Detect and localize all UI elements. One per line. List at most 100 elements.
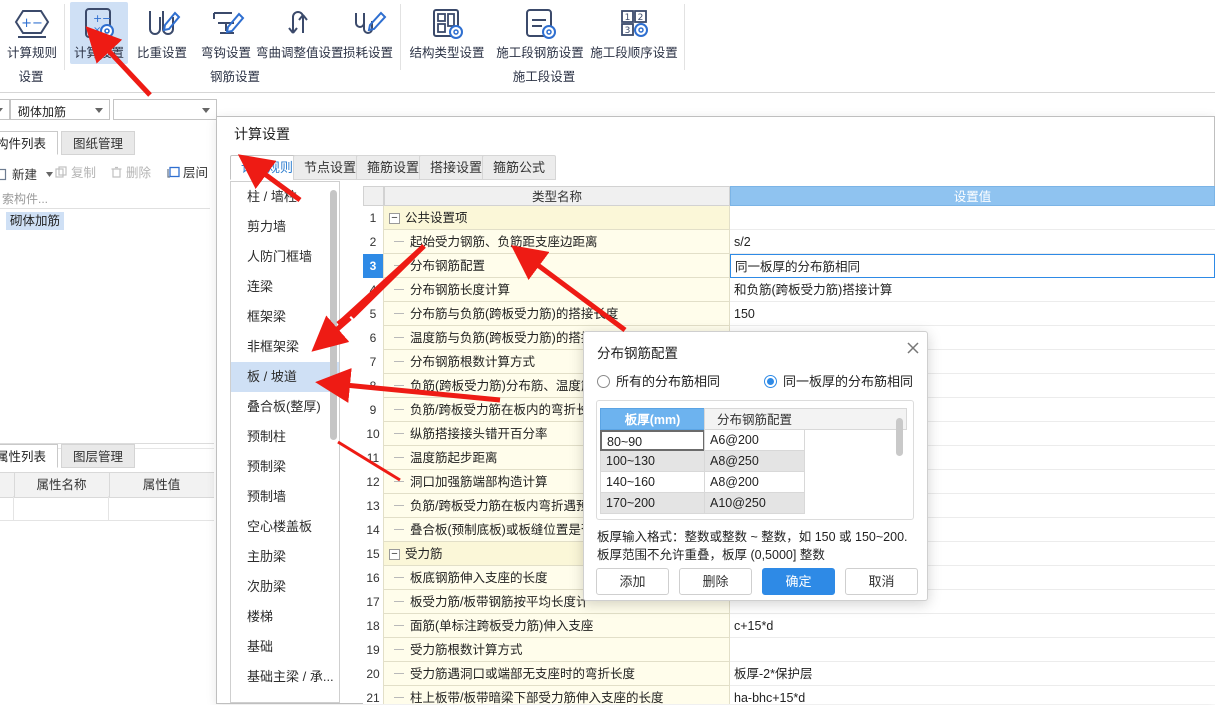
config-cell[interactable]: A6@200	[704, 430, 805, 451]
add-button[interactable]: 添加	[596, 568, 669, 595]
property-cell-name[interactable]	[14, 496, 109, 520]
thickness-table-row[interactable]: 100~130 A8@250	[600, 451, 907, 472]
property-table-row[interactable]	[0, 496, 214, 521]
grid-cell-setting-value[interactable]	[730, 206, 1215, 230]
tab-component-list[interactable]: 构件列表	[0, 131, 59, 155]
ribbon-item-section-rebar-setting[interactable]: 施工段钢筋设置	[490, 2, 590, 61]
tree-scrollbar-thumb[interactable]	[330, 190, 337, 440]
thickness-cell[interactable]: 140~160	[600, 472, 705, 493]
grid-cell-type-name[interactable]: 分布筋与负筋(跨板受力筋)的搭接长度	[384, 302, 730, 326]
grid-row-index[interactable]: 10	[363, 422, 384, 446]
tree-item-civil-defense-door-wall[interactable]: 人防门框墙	[231, 242, 339, 272]
grid-row-index[interactable]: 3	[363, 254, 384, 278]
grid-row[interactable]: 2 起始受力钢筋、负筋距支座边距离 s/2	[363, 230, 1215, 254]
delete-button[interactable]: 删除	[679, 568, 752, 595]
thickness-cell[interactable]: 170~200	[600, 493, 705, 514]
collapse-toggle-icon[interactable]: −	[389, 213, 400, 224]
config-cell[interactable]: A8@250	[704, 451, 805, 472]
grid-row-index[interactable]: 19	[363, 638, 384, 662]
grid-cell-type-name[interactable]: − 公共设置项	[384, 206, 730, 230]
grid-row-index[interactable]: 17	[363, 590, 384, 614]
grid-cell-type-name[interactable]: 起始受力钢筋、负筋距支座边距离	[384, 230, 730, 254]
grid-row[interactable]: 21 柱上板带/板带暗梁下部受力筋伸入支座的长度 ha-bhc+15*d	[363, 686, 1215, 704]
grid-cell-type-name[interactable]: 受力筋遇洞口或端部无支座时的弯折长度	[384, 662, 730, 686]
grid-cell-setting-value[interactable]: 同一板厚的分布筋相同	[730, 254, 1215, 278]
layer-copy-button[interactable]: 层间	[166, 160, 208, 186]
component-tree-node[interactable]: 砌体加筋	[6, 212, 65, 230]
grid-cell-setting-value[interactable]: s/2	[730, 230, 1215, 254]
grid-row[interactable]: 3 分布钢筋配置 同一板厚的分布筋相同	[363, 254, 1215, 278]
grid-cell-type-name[interactable]: 分布钢筋配置	[384, 254, 730, 278]
grid-row-index[interactable]: 18	[363, 614, 384, 638]
delete-component-button[interactable]: 删除	[110, 160, 151, 186]
grid-row-index[interactable]: 21	[363, 686, 384, 704]
ribbon-item-section-order-setting[interactable]: 123 施工段顺序设置	[584, 2, 684, 61]
secondary-filter-combo[interactable]	[113, 99, 217, 120]
thickness-table-row[interactable]: 80~90 A6@200	[600, 430, 907, 451]
ribbon-item-loss-setting[interactable]: 损耗设置	[338, 2, 398, 61]
grid-cell-setting-value[interactable]: 150	[730, 302, 1215, 326]
grid-row[interactable]: 18 面筋(单标注跨板受力筋)伸入支座 c+15*d	[363, 614, 1215, 638]
property-cell-value[interactable]	[109, 496, 214, 520]
thickness-cell[interactable]: 80~90	[600, 430, 705, 451]
tab-property-list[interactable]: 属性列表	[0, 444, 59, 468]
grid-cell-setting-value[interactable]	[730, 638, 1215, 662]
tree-item-foundation-main-beam[interactable]: 基础主梁 / 承...	[231, 662, 339, 692]
tree-item-slab-ramp[interactable]: 板 / 坡道	[231, 362, 339, 392]
close-icon[interactable]	[903, 338, 923, 358]
copy-component-button[interactable]: 复制	[55, 160, 96, 186]
radio-all-same[interactable]: 所有的分布筋相同	[597, 371, 720, 390]
tree-item-composite-slab[interactable]: 叠合板(整厚)	[231, 392, 339, 422]
tree-item-shear-wall[interactable]: 剪力墙	[231, 212, 339, 242]
tab-layer-manage[interactable]: 图层管理	[61, 444, 136, 468]
confirm-button[interactable]: 确定	[762, 568, 835, 595]
grid-row-index[interactable]: 8	[363, 374, 384, 398]
grid-row-index[interactable]: 1	[363, 206, 384, 230]
grid-cell-type-name[interactable]: 面筋(单标注跨板受力筋)伸入支座	[384, 614, 730, 638]
grid-row-index[interactable]: 14	[363, 518, 384, 542]
grid-row[interactable]: 19 受力筋根数计算方式	[363, 638, 1215, 662]
grid-cell-type-name[interactable]: 柱上板带/板带暗梁下部受力筋伸入支座的长度	[384, 686, 730, 704]
tree-item-column-wall-column[interactable]: 柱 / 墙柱	[231, 182, 339, 212]
grid-row-index[interactable]: 15	[363, 542, 384, 566]
tree-item-frame-beam[interactable]: 框架梁	[231, 302, 339, 332]
ribbon-item-structure-type-setting[interactable]: 结构类型设置	[404, 2, 490, 61]
config-cell[interactable]: A8@200	[704, 472, 805, 493]
grid-row[interactable]: 1− 公共设置项	[363, 206, 1215, 230]
grid-row[interactable]: 5 分布筋与负筋(跨板受力筋)的搭接长度 150	[363, 302, 1215, 326]
component-search-input[interactable]: 索构件...	[0, 186, 210, 209]
config-cell[interactable]: A10@250	[704, 493, 805, 514]
cancel-button[interactable]: 取消	[845, 568, 918, 595]
ribbon-item-weight-setting[interactable]: 比重设置	[132, 2, 192, 61]
ribbon-item-calc-rule[interactable]: +− 计算规则	[2, 2, 62, 61]
tab-drawing-manage[interactable]: 图纸管理	[61, 131, 136, 155]
grid-cell-type-name[interactable]: 分布钢筋长度计算	[384, 278, 730, 302]
grid-row-index[interactable]: 16	[363, 566, 384, 590]
component-type-combo[interactable]: 砌体加筋	[10, 99, 110, 120]
ribbon-item-calc-setting[interactable]: + − × 计算设置	[70, 2, 128, 64]
grid-row-index[interactable]: 12	[363, 470, 384, 494]
grid-cell-setting-value[interactable]: ha-bhc+15*d	[730, 686, 1215, 704]
tree-item-precast-wall[interactable]: 预制墙	[231, 482, 339, 512]
tree-item-hollow-floor-slab[interactable]: 空心楼盖板	[231, 512, 339, 542]
grid-cell-type-name[interactable]: 受力筋根数计算方式	[384, 638, 730, 662]
grid-row-index[interactable]: 7	[363, 350, 384, 374]
tree-item-stair[interactable]: 楼梯	[231, 602, 339, 632]
grid-row-index[interactable]: 6	[363, 326, 384, 350]
collapse-toggle-icon[interactable]: −	[389, 549, 400, 560]
tree-item-precast-column[interactable]: 预制柱	[231, 422, 339, 452]
tree-item-non-frame-beam[interactable]: 非框架梁	[231, 332, 339, 362]
grid-cell-setting-value[interactable]: 和负筋(跨板受力筋)搭接计算	[730, 278, 1215, 302]
grid-cell-setting-value[interactable]: 板厚-2*保护层	[730, 662, 1215, 686]
tree-item-foundation[interactable]: 基础	[231, 632, 339, 662]
thickness-col-header[interactable]: 板厚(mm)	[600, 408, 705, 430]
tab-stirrup-formula[interactable]: 箍筋公式	[482, 155, 557, 180]
grid-row-index[interactable]: 20	[363, 662, 384, 686]
grid-row-index[interactable]: 9	[363, 398, 384, 422]
thickness-table-row[interactable]: 170~200 A10@250	[600, 493, 907, 514]
grid-cell-setting-value[interactable]: c+15*d	[730, 614, 1215, 638]
grid-row[interactable]: 4 分布钢筋长度计算 和负筋(跨板受力筋)搭接计算	[363, 278, 1215, 302]
ribbon-item-hook-setting[interactable]: 弯钩设置	[196, 2, 256, 61]
thickness-table-row[interactable]: 140~160 A8@200	[600, 472, 907, 493]
grid-row[interactable]: 20 受力筋遇洞口或端部无支座时的弯折长度 板厚-2*保护层	[363, 662, 1215, 686]
